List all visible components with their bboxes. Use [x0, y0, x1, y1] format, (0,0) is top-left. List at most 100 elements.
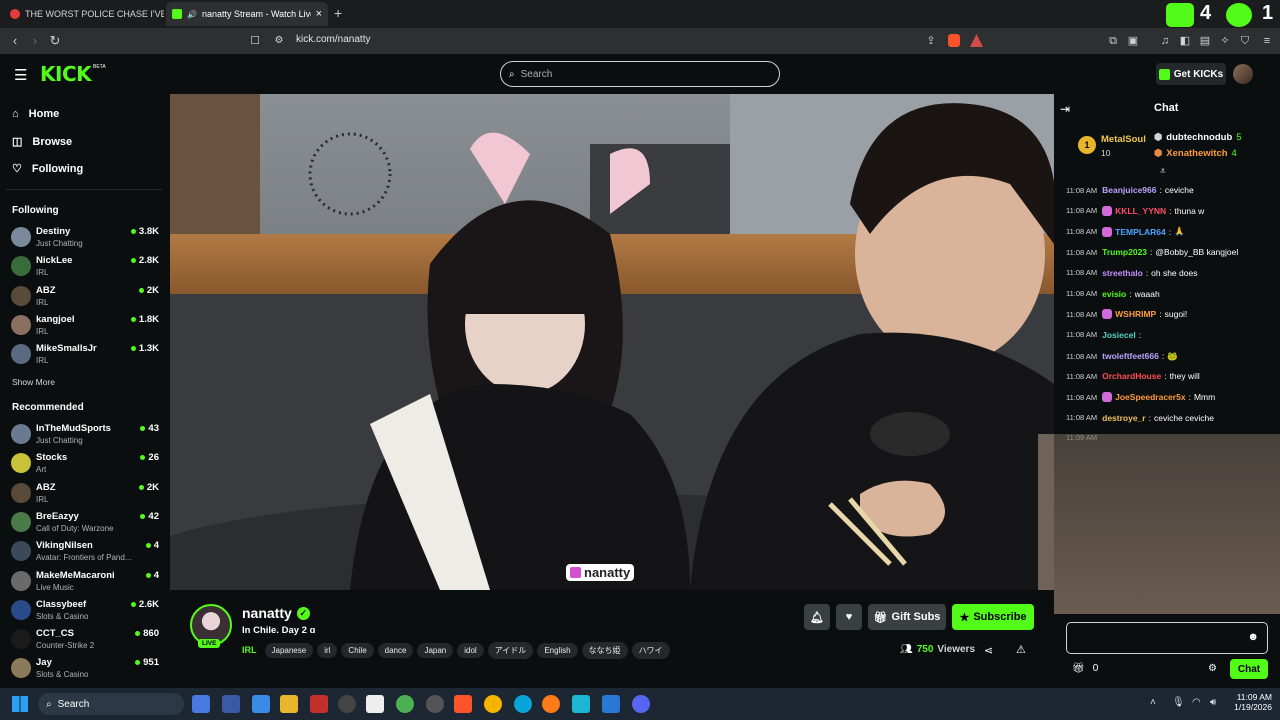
wifi-icon[interactable]: ◠	[1192, 697, 1201, 708]
volume-icon[interactable]: 🔊︎	[1210, 697, 1216, 708]
clock[interactable]: 11:09 AM 1/19/2026	[1228, 692, 1272, 712]
play-extension-icon[interactable]	[1226, 3, 1252, 27]
edge-icon[interactable]	[514, 695, 532, 713]
stream-tag[interactable]: English	[537, 643, 578, 658]
message-username[interactable]: KKLL_YYNN	[1115, 206, 1166, 216]
sidebar-channel[interactable]: ABZ IRL 2K	[11, 480, 161, 508]
message-username[interactable]: JoeSpeedracer5x	[1115, 392, 1185, 402]
media-icon[interactable]: ♫	[1156, 32, 1174, 50]
message-username[interactable]: streethalo	[1102, 268, 1143, 278]
sidebar-channel[interactable]: MikeSmallsJr IRL 1.3K	[11, 341, 161, 369]
sidebar-channel[interactable]: ABZ IRL 2K	[11, 283, 161, 311]
app-icon[interactable]	[572, 695, 590, 713]
app-icon[interactable]	[366, 695, 384, 713]
video-player[interactable]: nanatty	[170, 94, 1054, 590]
message-username[interactable]: OrchardHouse	[1102, 371, 1161, 381]
extensions-icon[interactable]: ⧉	[1104, 32, 1122, 50]
discord-icon[interactable]	[632, 695, 650, 713]
hamburger-menu-icon[interactable]: ☰	[14, 66, 27, 84]
message-username[interactable]: Josiecel	[1102, 330, 1136, 340]
chat-expand-icon[interactable]: ⩡	[1160, 166, 1166, 177]
nav-following[interactable]: ♡ Following	[12, 162, 83, 176]
sidebar-channel[interactable]: kangjoel IRL 1.8K	[11, 312, 161, 340]
collapse-chat-icon[interactable]: ⇥	[1060, 102, 1070, 116]
sidebar-channel[interactable]: Classybeef Slots & Casino 2.6K	[11, 597, 161, 625]
brave-shields-icon[interactable]	[948, 34, 960, 47]
sidebar-icon[interactable]: ◧	[1176, 32, 1194, 50]
leo-icon[interactable]: ✧	[1216, 32, 1234, 50]
nav-browse[interactable]: ◫ Browse	[12, 135, 72, 149]
menu-icon[interactable]: ≡	[1258, 32, 1276, 50]
send-chat-button[interactable]: Chat	[1230, 659, 1268, 679]
report-icon[interactable]: ⚠	[1016, 643, 1026, 656]
points-row[interactable]: 🎁︎ 0	[1072, 663, 1098, 674]
vscode-icon[interactable]	[602, 695, 620, 713]
app-icon[interactable]	[222, 695, 240, 713]
stream-tag[interactable]: irl	[317, 643, 338, 658]
back-icon[interactable]: ‹	[6, 32, 24, 50]
get-kicks-button[interactable]: Get KICKs	[1156, 63, 1226, 85]
sidebar-channel[interactable]: CCT_CS Counter-Strike 2 860	[11, 626, 161, 654]
microphone-icon[interactable]: 🎙︎	[1172, 697, 1185, 708]
browser-tab-active[interactable]: 🔊 nanatty Stream - Watch Live o ×	[166, 2, 328, 26]
app-icon[interactable]	[338, 695, 356, 713]
kick-extension-icon[interactable]	[1166, 3, 1194, 27]
stream-tag[interactable]: Chile	[341, 643, 374, 658]
show-more-link[interactable]: Show More	[12, 377, 55, 387]
bookmark-icon[interactable]: ☐	[246, 32, 264, 50]
chrome-icon[interactable]	[484, 695, 502, 713]
sidebar-channel[interactable]: NickLee IRL 2.8K	[11, 253, 161, 281]
stream-tag[interactable]: ななち姫	[581, 642, 628, 659]
brave-icon[interactable]	[454, 695, 472, 713]
widgets-icon[interactable]	[192, 695, 210, 713]
chat-input[interactable]: ☻	[1066, 622, 1268, 654]
file-explorer-icon[interactable]	[280, 695, 298, 713]
kick-logo[interactable]: KICK	[40, 62, 92, 86]
app-icon[interactable]	[396, 695, 414, 713]
stream-tag[interactable]: Japan	[417, 643, 454, 658]
browser-tab[interactable]: THE WORST POLICE CHASE I'VE EVER	[4, 2, 164, 26]
wallet-icon[interactable]: ▤	[1196, 32, 1214, 50]
vpn-icon[interactable]: ⛉	[1236, 32, 1254, 50]
stream-tag[interactable]: ハワイ	[631, 642, 670, 659]
share-icon[interactable]: ⇪	[922, 32, 940, 50]
stream-tag[interactable]: dance	[377, 643, 414, 658]
sidebar-channel[interactable]: BreEazyy Call of Duty: Warzone 42	[11, 509, 161, 537]
sidebar-channel[interactable]: MakeMeMacaroni Live Music 4	[11, 568, 161, 596]
tray-chevron-icon[interactable]: ˄	[1150, 697, 1156, 708]
streamer-name[interactable]: nanatty	[242, 605, 292, 621]
close-tab-icon[interactable]: ×	[316, 8, 322, 20]
message-username[interactable]: WSHRIMP	[1115, 309, 1156, 319]
emoji-icon[interactable]: ☻	[1247, 631, 1259, 643]
message-username[interactable]: Beanjuice966	[1102, 185, 1156, 195]
app-icon[interactable]	[252, 695, 270, 713]
stream-tag[interactable]: idol	[457, 643, 484, 658]
chat-settings-icon[interactable]: ⚙	[1208, 663, 1217, 674]
forward-icon[interactable]: ›	[26, 32, 44, 50]
user-avatar[interactable]	[1233, 64, 1253, 84]
url-field[interactable]: kick.com/nanatty	[296, 34, 370, 45]
taskbar-search[interactable]: ⌕ Search	[38, 693, 184, 715]
app-icon[interactable]	[310, 695, 328, 713]
gifter-name[interactable]: dubtechnodub	[1166, 132, 1232, 143]
message-username[interactable]: destroye_r	[1102, 413, 1145, 423]
follow-button[interactable]: ♥	[836, 604, 862, 630]
nav-home[interactable]: ⌂ Home	[12, 108, 59, 120]
message-username[interactable]: TEMPLAR64	[1115, 227, 1166, 237]
sidebar-channel[interactable]: Jay Slots & Casino 951	[11, 655, 161, 683]
message-username[interactable]: twoleftfeet666	[1102, 351, 1159, 361]
stream-tag[interactable]: Japanese	[264, 643, 314, 658]
sidebar-channel[interactable]: Destiny Just Chatting 3.8K	[11, 224, 161, 252]
screenshot-icon[interactable]: ▣	[1124, 32, 1142, 50]
top-gifter-name[interactable]: MetalSoul	[1101, 134, 1146, 145]
sidebar-channel[interactable]: Stocks Art 26	[11, 450, 161, 478]
subscribe-button[interactable]: ★ Subscribe	[952, 604, 1034, 630]
sidebar-channel[interactable]: VikingNilsen Avatar: Frontiers of Pand...…	[11, 538, 161, 566]
firefox-icon[interactable]	[542, 695, 560, 713]
sidebar-channel[interactable]: InTheMudSports Just Chatting 43	[11, 421, 161, 449]
site-info-icon[interactable]: ⚙	[270, 32, 288, 50]
gift-subs-button[interactable]: 🎁︎ Gift Subs	[868, 604, 946, 630]
message-username[interactable]: Trump2023	[1102, 247, 1147, 257]
stream-tag[interactable]: アイドル	[487, 642, 534, 659]
brave-rewards-icon[interactable]	[970, 34, 983, 47]
